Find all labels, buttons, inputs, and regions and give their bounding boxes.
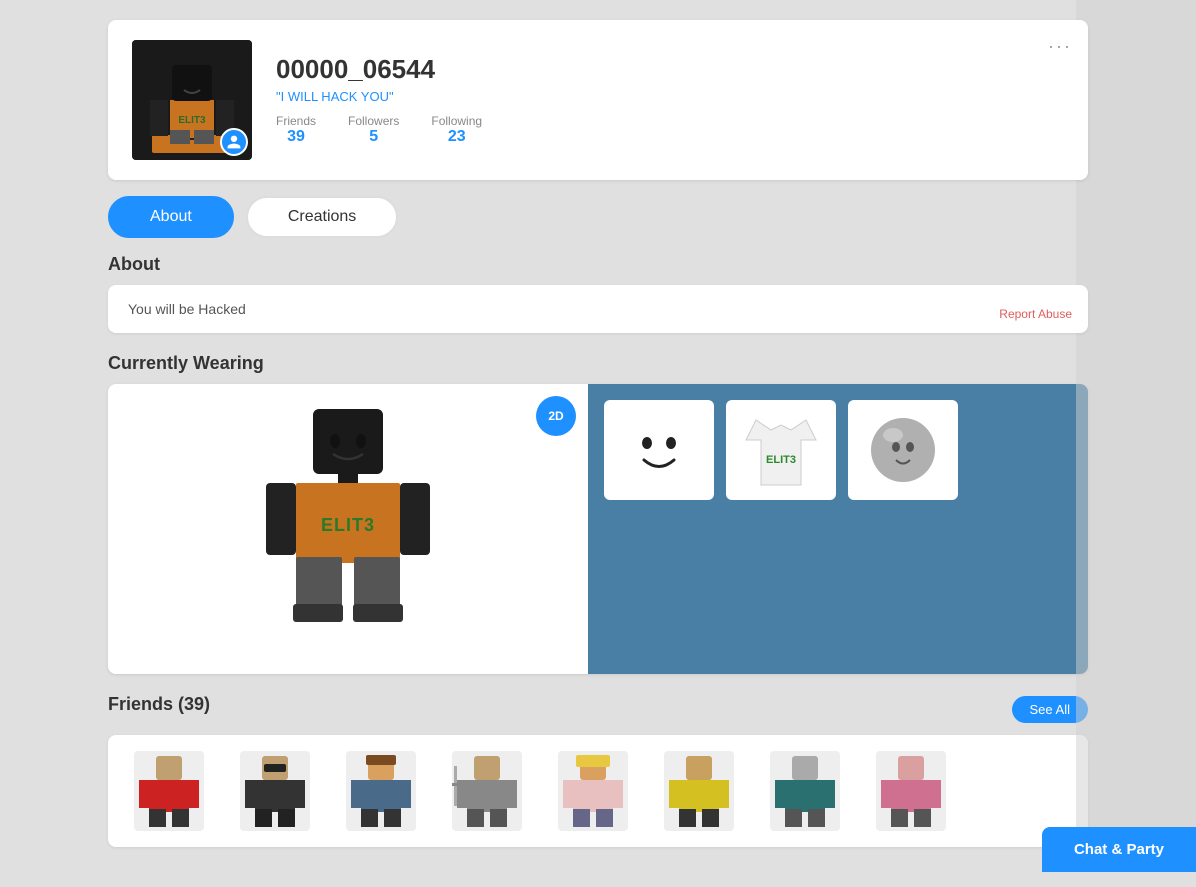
friend-item[interactable] (442, 751, 532, 831)
friend-item[interactable] (654, 751, 744, 831)
friend-item[interactable] (866, 751, 956, 831)
wearing-items-panel: ELIT3 (588, 384, 1088, 674)
wearing-item-head[interactable] (848, 400, 958, 500)
avatar-wrapper: ELIT3 (132, 40, 252, 160)
profile-username: 00000_06544 (276, 54, 1064, 85)
wearing-2d-badge[interactable]: 2D (536, 396, 576, 436)
tab-creations[interactable]: Creations (246, 196, 398, 238)
friends-grid (108, 735, 1088, 847)
face-item-svg (614, 405, 704, 495)
followers-stat: Followers 5 (348, 114, 399, 146)
friend-avatar (346, 751, 416, 831)
wearing-character-svg: ELIT3 (238, 399, 458, 659)
friends-label: Friends (276, 114, 316, 128)
right-sidebar (1076, 0, 1196, 872)
more-menu-button[interactable]: ··· (1048, 36, 1072, 57)
friend-avatar (876, 751, 946, 831)
friend-avatar (452, 751, 522, 831)
followers-count: 5 (369, 128, 378, 146)
about-heading: About (108, 254, 1088, 275)
wearing-heading: Currently Wearing (108, 353, 1088, 374)
wearing-item-shirt[interactable]: ELIT3 (726, 400, 836, 500)
wearing-avatar-panel: ELIT3 2D (108, 384, 588, 674)
friend-avatar (240, 751, 310, 831)
profile-stats: Friends 39 Followers 5 Following 23 (276, 114, 1064, 146)
avatar-badge (220, 128, 248, 156)
tab-bar: About Creations (108, 196, 1088, 238)
following-label: Following (431, 114, 482, 128)
friends-section: Friends (39) See All (108, 694, 1088, 847)
chat-party-bar[interactable]: Chat & Party (1042, 827, 1196, 872)
svg-text:ELIT3: ELIT3 (766, 454, 796, 466)
friend-avatar (558, 751, 628, 831)
svg-text:ELIT3: ELIT3 (178, 115, 206, 126)
wearing-item-face[interactable] (604, 400, 714, 500)
friend-avatar (134, 751, 204, 831)
friend-item[interactable] (230, 751, 320, 831)
friends-stat: Friends 39 (276, 114, 316, 146)
followers-label: Followers (348, 114, 399, 128)
report-abuse-link[interactable]: Report Abuse (999, 307, 1072, 321)
person-icon (226, 134, 242, 150)
friend-avatar (770, 751, 840, 831)
shirt-item-svg: ELIT3 (736, 405, 826, 495)
friend-avatar (664, 751, 734, 831)
following-count: 23 (448, 128, 466, 146)
friend-item[interactable] (124, 751, 214, 831)
svg-text:ELIT3: ELIT3 (321, 515, 375, 535)
currently-wearing-section: Currently Wearing (108, 353, 1088, 674)
friends-header: Friends (39) See All (108, 694, 1088, 725)
friend-item[interactable] (548, 751, 638, 831)
wearing-panel: ELIT3 2D (108, 384, 1088, 674)
profile-card: ELIT3 (108, 20, 1088, 180)
head-item-svg (858, 405, 948, 495)
following-stat: Following 23 (431, 114, 482, 146)
tab-about[interactable]: About (108, 196, 234, 238)
friends-heading: Friends (39) (108, 694, 210, 715)
friend-item[interactable] (760, 751, 850, 831)
about-card: You will be Hacked Report Abuse (108, 285, 1088, 333)
about-text: You will be Hacked (128, 301, 246, 317)
friends-count: 39 (287, 128, 305, 146)
profile-status: "I WILL HACK YOU" (276, 89, 1064, 104)
profile-info: 00000_06544 "I WILL HACK YOU" Friends 39… (276, 54, 1064, 146)
friend-item[interactable] (336, 751, 426, 831)
